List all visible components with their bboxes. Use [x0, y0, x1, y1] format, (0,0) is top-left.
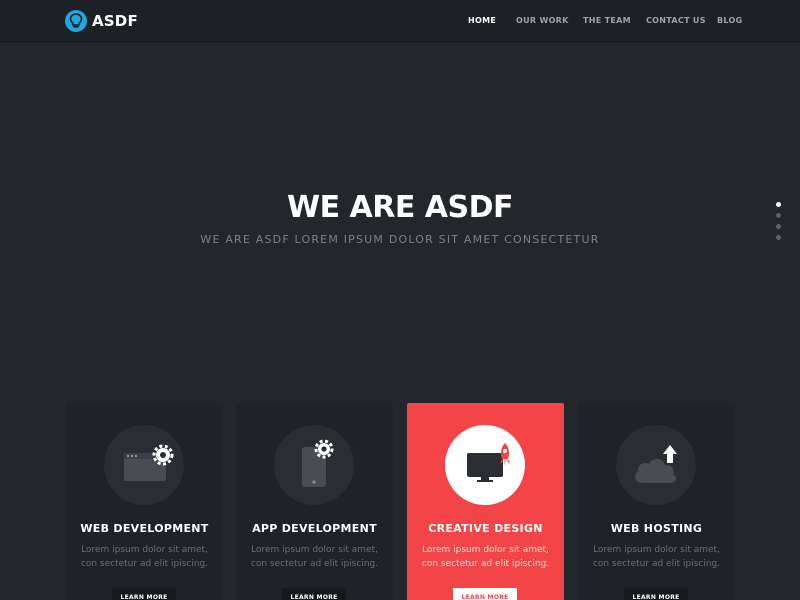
nav-home[interactable]: HOME — [468, 16, 496, 25]
service-description: Lorem ipsum dolor sit amet, con sectetur… — [421, 545, 550, 569]
learn-more-button[interactable]: LEARN MORE — [282, 588, 346, 600]
service-card-app-development: APP DEVELOPMENT Lorem ipsum dolor sit am… — [236, 403, 393, 600]
service-card-web-development: WEB DEVELOPMENT Lorem ipsum dolor sit am… — [66, 403, 223, 600]
service-title: APP DEVELOPMENT — [252, 522, 377, 535]
monitor-rocket-icon — [445, 425, 525, 505]
lightbulb-icon — [65, 10, 87, 32]
service-card-creative-design: CREATIVE DESIGN Lorem ipsum dolor sit am… — [407, 403, 564, 600]
learn-more-button[interactable]: LEARN MORE — [453, 588, 517, 600]
service-description: Lorem ipsum dolor sit amet, con sectetur… — [80, 545, 209, 569]
hero-subtitle: WE ARE ASDF LOREM IPSUM DOLOR SIT AMET C… — [200, 233, 600, 246]
logo[interactable]: ASDF — [65, 10, 138, 32]
slide-dot-3[interactable] — [776, 224, 781, 229]
top-navbar: ASDF HOME OUR WORK THE TEAM CONTACT US B… — [0, 0, 800, 42]
slide-dot-4[interactable] — [776, 235, 781, 240]
learn-more-button[interactable]: LEARN MORE — [112, 588, 176, 600]
service-title: CREATIVE DESIGN — [428, 522, 543, 535]
nav-our-work[interactable]: OUR WORK — [516, 16, 569, 25]
logo-text: ASDF — [92, 12, 138, 30]
slide-dot-1[interactable] — [776, 202, 781, 207]
service-description: Lorem ipsum dolor sit amet, con sectetur… — [250, 545, 379, 569]
nav-contact-us[interactable]: CONTACT US — [646, 16, 706, 25]
learn-more-button[interactable]: LEARN MORE — [624, 588, 688, 600]
nav-blog[interactable]: BLOG — [717, 16, 742, 25]
slide-dot-2[interactable] — [776, 213, 781, 218]
phone-gear-icon — [274, 425, 354, 505]
service-title: WEB HOSTING — [610, 522, 703, 535]
service-card-web-hosting: WEB HOSTING Lorem ipsum dolor sit amet, … — [578, 403, 735, 600]
service-description: Lorem ipsum dolor sit amet, con sectetur… — [592, 545, 721, 569]
cloud-upload-icon — [616, 425, 696, 505]
hero-title: WE ARE ASDF — [286, 190, 514, 225]
service-title: WEB DEVELOPMENT — [80, 522, 209, 535]
nav-the-team[interactable]: THE TEAM — [583, 16, 631, 25]
slide-indicator — [776, 202, 784, 246]
browser-gear-icon — [104, 425, 184, 505]
